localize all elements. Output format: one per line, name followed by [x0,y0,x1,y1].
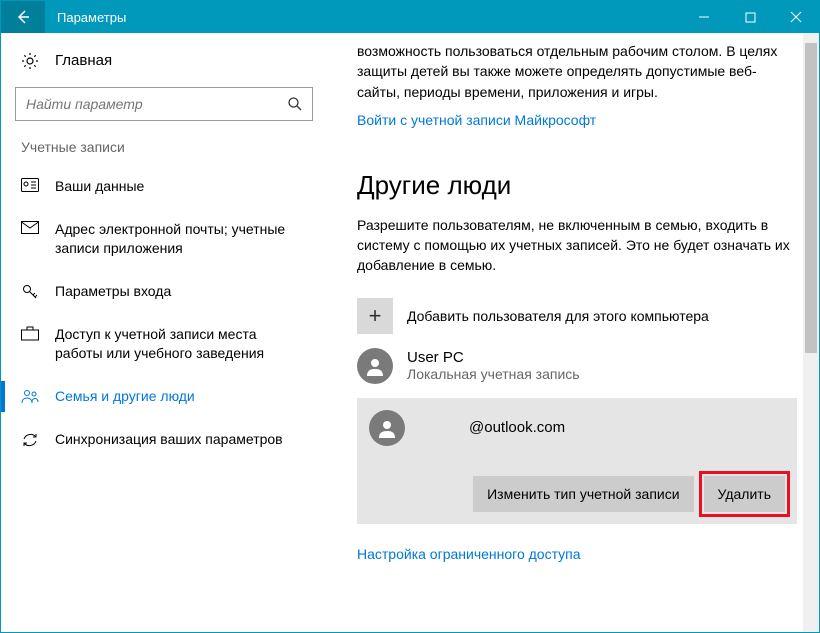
user-email: @outlook.com [469,419,565,436]
maximize-button[interactable] [727,1,773,33]
other-people-description: Разрешите пользователям, не включенным в… [357,215,797,276]
minimize-button[interactable] [681,1,727,33]
people-icon [21,388,39,404]
user-row-2-selected[interactable]: @outlook.com Изменить тип учетной записи… [357,398,797,524]
user-info: User PC Локальная учетная запись [407,349,580,382]
sidebar-item-label: Адрес электронной почты; учетные записи … [55,220,307,258]
home-label: Главная [55,51,112,71]
close-button[interactable] [773,1,819,33]
sidebar-item-label: Семья и другие люди [55,387,195,406]
scrollbar-thumb[interactable] [805,43,817,353]
window-body: Главная Учетные записи Ваши данные А [1,33,819,632]
sidebar-item-work-access[interactable]: Доступ к учетной записи места работы или… [1,313,327,375]
search-icon [287,96,303,112]
sidebar: Главная Учетные записи Ваши данные А [1,33,327,632]
home-link[interactable]: Главная [1,51,327,87]
other-people-heading: Другие люди [357,170,797,201]
sidebar-item-signin-options[interactable]: Параметры входа [1,270,327,313]
briefcase-icon [21,326,39,341]
search-input[interactable] [15,87,313,121]
sidebar-item-family[interactable]: Семья и другие люди [1,375,327,418]
add-user-label: Добавить пользователя для этого компьюте… [407,308,709,324]
user-name: User PC [407,349,580,366]
plus-icon: + [357,298,393,334]
window-title: Параметры [45,10,681,25]
sidebar-item-label: Синхронизация ваших параметров [55,430,283,449]
sync-icon [21,431,39,449]
add-user-row[interactable]: + Добавить пользователя для этого компью… [357,298,797,334]
sidebar-item-label: Параметры входа [55,282,171,301]
user-info: @outlook.com [419,419,565,436]
change-account-type-button[interactable]: Изменить тип учетной записи [473,476,693,512]
close-icon [790,11,802,23]
section-label: Учетные записи [1,139,327,165]
sidebar-item-sync[interactable]: Синхронизация ваших параметров [1,418,327,461]
family-intro-text: возможность пользоваться отдельным рабоч… [357,41,797,102]
restricted-access-link[interactable]: Настройка ограниченного доступа [357,546,581,562]
scrollbar[interactable] [803,33,819,632]
titlebar: Параметры [1,1,819,33]
sidebar-item-label: Доступ к учетной записи места работы или… [55,325,307,363]
settings-window: Параметры Главная Учетны [0,0,820,633]
avatar-icon [357,348,393,384]
content-area: возможность пользоваться отдельным рабоч… [327,33,819,632]
sidebar-item-your-info[interactable]: Ваши данные [1,165,327,208]
maximize-icon [745,12,756,23]
gear-icon [21,52,39,70]
user-row-1[interactable]: User PC Локальная учетная запись [357,348,797,384]
user-type: Локальная учетная запись [407,366,580,382]
sidebar-item-label: Ваши данные [55,177,144,196]
avatar-icon [369,410,405,446]
search-wrap [15,87,313,121]
mail-icon [21,221,39,234]
minimize-icon [698,11,710,23]
microsoft-signin-link[interactable]: Войти с учетной записи Майкрософт [357,112,596,128]
id-card-icon [21,178,39,192]
key-icon [21,283,39,301]
delete-user-button[interactable]: Удалить [704,476,785,512]
back-button[interactable] [1,1,45,33]
arrow-left-icon [15,9,31,25]
sidebar-item-email[interactable]: Адрес электронной почты; учетные записи … [1,208,327,270]
